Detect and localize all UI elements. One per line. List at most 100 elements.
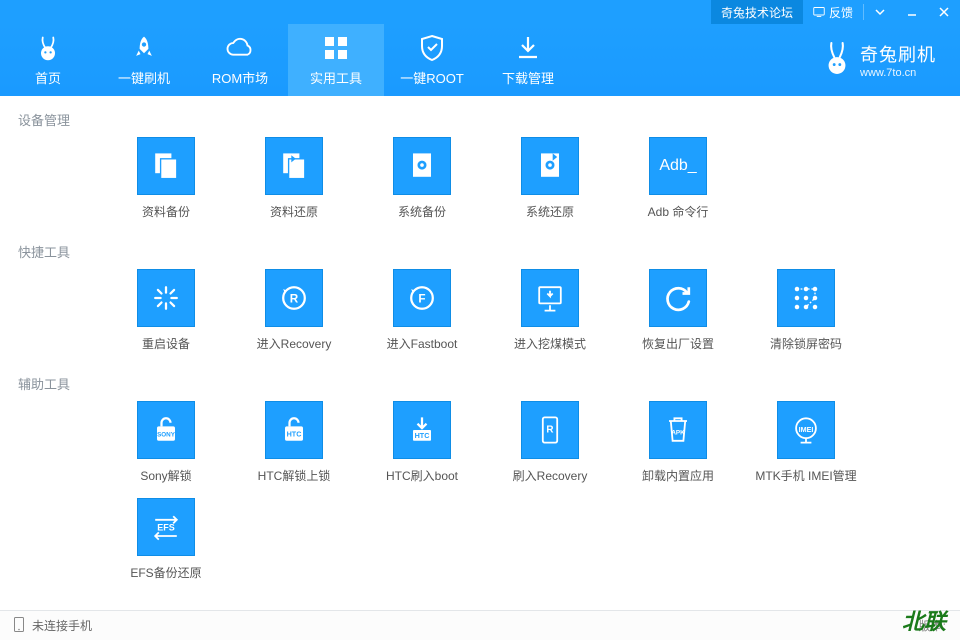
tool-adb-label: Adb 命令行 <box>648 203 709 220</box>
tool-htc-boot[interactable]: HTC HTC刷入boot <box>358 401 486 484</box>
tool-htc-unlock[interactable]: HTC HTC解锁上锁 <box>230 401 358 484</box>
tool-reboot[interactable]: 重启设备 <box>102 269 230 352</box>
svg-text:SONY: SONY <box>157 431 176 438</box>
section-device-title: 设备管理 <box>18 110 942 129</box>
shield-icon <box>419 34 445 62</box>
lock-open-htc-icon: HTC <box>276 412 312 448</box>
tool-htc-boot-label: HTC刷入boot <box>386 467 458 484</box>
brand: 奇兔刷机 www.7to.cn <box>822 24 954 96</box>
tool-backup-sys-label: 系统备份 <box>398 203 446 220</box>
tool-uninstall-sys-label: 卸载内置应用 <box>642 467 714 484</box>
tool-clear-lock-label: 清除锁屏密码 <box>770 335 842 352</box>
phone-icon <box>14 617 24 635</box>
titlebar: 奇兔技术论坛 反馈 <box>0 0 960 24</box>
tool-efs[interactable]: EFS EFS备份还原 <box>102 498 230 581</box>
tool-imei[interactable]: IMEI MTK手机 IMEI管理 <box>742 401 870 484</box>
tool-recovery[interactable]: R 进入Recovery <box>230 269 358 352</box>
tool-restore-sys[interactable]: 系统还原 <box>486 137 614 220</box>
tool-flash-recovery[interactable]: R 刷入Recovery <box>486 401 614 484</box>
nav-rom-label: ROM市场 <box>212 68 268 87</box>
main-toolbar: 首页 一键刷机 ROM市场 实用工具 一键ROOT 下载管理 奇兔刷机 www.… <box>0 24 960 96</box>
tool-edl-label: 进入挖煤模式 <box>514 335 586 352</box>
watermark: 北联 <box>902 604 946 636</box>
tool-efs-label: EFS备份还原 <box>130 564 201 581</box>
tool-fastboot[interactable]: F 进入Fastboot <box>358 269 486 352</box>
nav-root[interactable]: 一键ROOT <box>384 24 480 96</box>
tool-sony-unlock-label: Sony解锁 <box>140 467 191 484</box>
feedback-icon <box>813 6 825 18</box>
dropdown-button[interactable] <box>864 0 896 24</box>
monitor-down-icon <box>532 280 568 316</box>
efs-icon: EFS <box>148 509 184 545</box>
svg-text:HTC: HTC <box>415 431 430 440</box>
section-quick-title: 快捷工具 <box>18 242 942 261</box>
tool-flash-recovery-label: 刷入Recovery <box>513 467 588 484</box>
content-area: 设备管理 资料备份 资料还原 系统备份 系统还原 Adb_ Adb 命令行 快捷… <box>0 96 960 610</box>
nav-tools[interactable]: 实用工具 <box>288 24 384 96</box>
tool-sony-unlock[interactable]: SONY Sony解锁 <box>102 401 230 484</box>
tool-backup-data[interactable]: 资料备份 <box>102 137 230 220</box>
tool-restore-data-label: 资料还原 <box>270 203 318 220</box>
nav-download[interactable]: 下载管理 <box>480 24 576 96</box>
imei-icon: IMEI <box>788 412 824 448</box>
tool-imei-label: MTK手机 IMEI管理 <box>755 467 856 484</box>
close-icon <box>938 6 950 18</box>
tool-recovery-label: 进入Recovery <box>257 335 332 352</box>
rabbit-icon <box>34 34 62 62</box>
adb-text-icon: Adb_ <box>659 157 696 175</box>
status-device-label: 未连接手机 <box>32 617 92 634</box>
tool-adb[interactable]: Adb_ Adb 命令行 <box>614 137 742 220</box>
nav-root-label: 一键ROOT <box>400 68 464 87</box>
circle-r-icon: R <box>276 280 312 316</box>
nav-flash[interactable]: 一键刷机 <box>96 24 192 96</box>
brand-rabbit-icon <box>822 41 852 80</box>
svg-text:APK: APK <box>671 430 685 437</box>
brand-url: www.7to.cn <box>860 67 916 79</box>
svg-text:EFS: EFS <box>157 523 175 533</box>
feedback-label: 反馈 <box>829 4 853 21</box>
nav-flash-label: 一键刷机 <box>118 68 170 87</box>
minimize-button[interactable] <box>896 0 928 24</box>
grid-icon <box>323 34 349 62</box>
gear-doc-arrow-icon <box>532 148 568 184</box>
loading-icon <box>148 280 184 316</box>
gear-doc-icon <box>404 148 440 184</box>
forum-label: 奇兔技术论坛 <box>721 4 793 21</box>
nav-home[interactable]: 首页 <box>0 24 96 96</box>
section-aux-grid: SONY Sony解锁 HTC HTC解锁上锁 HTC HTC刷入boot R … <box>102 401 942 595</box>
trash-apk-icon: APK <box>660 412 696 448</box>
copy-icon <box>148 148 184 184</box>
tool-backup-sys[interactable]: 系统备份 <box>358 137 486 220</box>
close-button[interactable] <box>928 0 960 24</box>
svg-text:R: R <box>546 425 553 436</box>
refresh-icon <box>660 280 696 316</box>
lock-open-sony-icon: SONY <box>148 412 184 448</box>
statusbar: 未连接手机 版本: <box>0 610 960 640</box>
svg-text:F: F <box>418 293 425 306</box>
download-htc-icon: HTC <box>404 412 440 448</box>
tool-edl[interactable]: 进入挖煤模式 <box>486 269 614 352</box>
nav-rom[interactable]: ROM市场 <box>192 24 288 96</box>
tool-factory[interactable]: 恢复出厂设置 <box>614 269 742 352</box>
tool-uninstall-sys[interactable]: APK 卸载内置应用 <box>614 401 742 484</box>
feedback-button[interactable]: 反馈 <box>803 0 863 24</box>
tool-clear-lock[interactable]: 清除锁屏密码 <box>742 269 870 352</box>
tool-restore-sys-label: 系统还原 <box>526 203 574 220</box>
section-aux-title: 辅助工具 <box>18 374 942 393</box>
tool-reboot-label: 重启设备 <box>142 335 190 352</box>
tool-backup-data-label: 资料备份 <box>142 203 190 220</box>
copy-arrow-icon <box>276 148 312 184</box>
phone-r-icon: R <box>532 412 568 448</box>
svg-text:R: R <box>290 293 299 306</box>
nav-tools-label: 实用工具 <box>310 68 362 87</box>
section-device-grid: 资料备份 资料还原 系统备份 系统还原 Adb_ Adb 命令行 <box>102 137 942 234</box>
circle-f-icon: F <box>404 280 440 316</box>
nav-download-label: 下载管理 <box>502 68 554 87</box>
pattern-icon <box>788 280 824 316</box>
tool-restore-data[interactable]: 资料还原 <box>230 137 358 220</box>
svg-text:IMEI: IMEI <box>799 425 814 434</box>
download-icon <box>515 34 541 62</box>
forum-link[interactable]: 奇兔技术论坛 <box>711 0 803 24</box>
cloud-icon <box>225 34 255 62</box>
rocket-icon <box>130 34 158 62</box>
